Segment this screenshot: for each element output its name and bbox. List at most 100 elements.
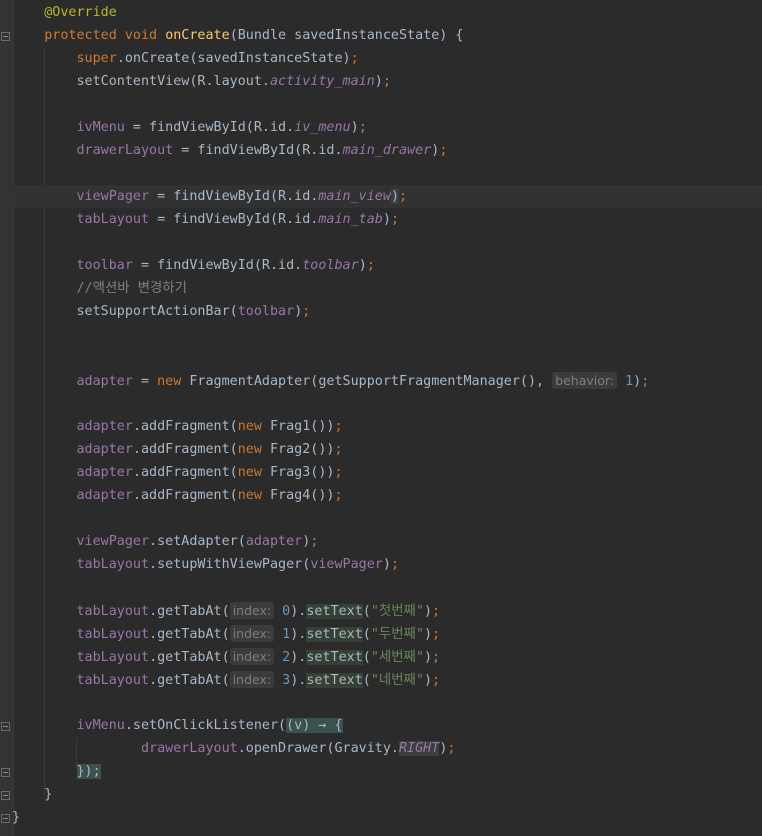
static-field-token: RIGHT <box>399 741 440 756</box>
parameter-hint: index: <box>229 648 275 665</box>
semicolon-token: ; <box>432 673 441 688</box>
code-text: ). <box>290 604 307 619</box>
method-call-token: setText <box>306 604 363 619</box>
semicolon-token: ; <box>334 419 343 434</box>
fold-icon[interactable] <box>1 722 10 731</box>
static-field-token: activity_main <box>269 74 375 89</box>
keyword-token: super <box>76 51 117 66</box>
code-text: ) <box>382 557 391 572</box>
keyword-token: new <box>237 442 270 457</box>
code-text: = findViewById(R.id. <box>149 189 319 204</box>
code-text: .addFragment( <box>132 442 238 457</box>
code-text: Frag4()) <box>270 488 335 503</box>
code-text: ) <box>423 604 433 619</box>
current-code-line[interactable]: viewPager = findViewById(R.id.main_view)… <box>12 185 762 208</box>
keyword-token: new <box>157 374 190 389</box>
code-line[interactable]: ivMenu.setOnClickListener((v) → { <box>12 714 762 737</box>
code-line[interactable]: drawerLayout = findViewById(R.id.main_dr… <box>12 139 762 162</box>
code-line[interactable]: drawerLayout.openDrawer(Gravity.RIGHT); <box>12 737 762 760</box>
code-line[interactable]: setContentView(R.layout.activity_main); <box>12 70 762 93</box>
code-line[interactable]: adapter = new FragmentAdapter(getSupport… <box>12 369 762 392</box>
string-token: "세번째" <box>370 650 424 665</box>
string-token: "네번째" <box>370 673 424 688</box>
static-field-token: main_drawer <box>342 143 432 158</box>
keyword-token: new <box>237 465 270 480</box>
code-text: ) <box>390 189 399 204</box>
fold-icon[interactable] <box>1 814 10 823</box>
fold-icon[interactable] <box>1 791 10 800</box>
keyword-token: new <box>237 419 270 434</box>
semicolon-token: ; <box>334 465 343 480</box>
code-line[interactable]: }); <box>12 760 762 783</box>
field-token: tabLayout <box>76 673 150 688</box>
number-token: 1 <box>625 374 634 389</box>
code-line[interactable]: tabLayout.getTabAt(index: 2).setText("세번… <box>12 645 762 668</box>
semicolon-token: ; <box>382 74 391 89</box>
method-name-token: onCreate <box>165 28 230 43</box>
parameter-hint: index: <box>229 602 275 619</box>
code-line[interactable]: } <box>12 783 762 806</box>
semicolon-token: ; <box>302 304 311 319</box>
semicolon-token: ; <box>358 120 367 135</box>
code-line[interactable]: } <box>12 806 762 829</box>
code-line[interactable]: viewPager.setAdapter(adapter); <box>12 530 762 553</box>
field-token: viewPager <box>76 534 150 549</box>
semicolon-token: ; <box>447 741 456 756</box>
code-text: ( <box>362 673 371 688</box>
method-call-token: setText <box>306 627 363 642</box>
code-line[interactable]: toolbar = findViewById(R.id.toolbar); <box>12 254 762 277</box>
code-line[interactable]: tabLayout = findViewById(R.id.main_tab); <box>12 208 762 231</box>
fold-icon[interactable] <box>1 32 10 41</box>
code-line[interactable]: adapter.addFragment(new Frag3()); <box>12 461 762 484</box>
semicolon-token: ; <box>366 258 375 273</box>
field-token: ivMenu <box>76 718 125 733</box>
keyword-token: protected void <box>44 28 166 43</box>
semicolon-token: ; <box>334 488 343 503</box>
code-text: = findViewById(R.id. <box>132 258 303 273</box>
code-editor[interactable]: @Override protected void onCreate(Bundle… <box>0 0 762 836</box>
code-line[interactable]: adapter.addFragment(new Frag1()); <box>12 415 762 438</box>
semicolon-token: ; <box>390 557 399 572</box>
semicolon-token: ; <box>334 442 343 457</box>
code-text: ) <box>423 627 433 642</box>
code-line[interactable]: protected void onCreate(Bundle savedInst… <box>12 24 762 47</box>
semicolon-token: ; <box>439 143 448 158</box>
code-line[interactable]: setSupportActionBar(toolbar); <box>12 300 762 323</box>
semicolon-token: ; <box>310 534 319 549</box>
field-token: ivMenu <box>76 120 125 135</box>
code-text: ) <box>423 650 433 665</box>
code-line[interactable]: adapter.addFragment(new Frag4()); <box>12 484 762 507</box>
string-token: "첫번째" <box>370 604 424 619</box>
field-token: viewPager <box>310 557 383 572</box>
code-line[interactable]: super.onCreate(savedInstanceState); <box>12 47 762 70</box>
code-text: } <box>12 810 21 825</box>
code-text: ). <box>290 673 307 688</box>
parameter-hint: index: <box>229 625 275 642</box>
code-line[interactable]: tabLayout.getTabAt(index: 3).setText("네번… <box>12 668 762 691</box>
code-line[interactable]: adapter.addFragment(new Frag2()); <box>12 438 762 461</box>
string-token: "두번째" <box>370 627 424 642</box>
lambda-token: (v) → { <box>286 718 343 733</box>
code-text: ( <box>362 627 371 642</box>
code-line[interactable]: tabLayout.getTabAt(index: 1).setText("두번… <box>12 622 762 645</box>
code-text: ( <box>362 650 371 665</box>
code-line[interactable]: ivMenu = findViewById(R.id.iv_menu); <box>12 116 762 139</box>
code-text: ) <box>423 673 433 688</box>
code-line[interactable]: @Override <box>12 1 762 24</box>
field-token: adapter <box>76 442 133 457</box>
fold-icon[interactable] <box>1 768 10 777</box>
code-text: .getTabAt( <box>149 604 230 619</box>
semicolon-token: ; <box>432 604 441 619</box>
static-field-token: main_tab <box>318 212 383 227</box>
code-line[interactable]: //액션바 변경하기 <box>12 277 762 300</box>
code-line[interactable]: tabLayout.getTabAt(index: 0).setText("첫번… <box>12 599 762 622</box>
field-token: tabLayout <box>76 650 150 665</box>
field-token: tabLayout <box>76 604 150 619</box>
code-line[interactable]: tabLayout.setupWithViewPager(viewPager); <box>12 553 762 576</box>
code-text: = findViewById(R.id. <box>124 120 295 135</box>
code-text: ) <box>350 120 359 135</box>
field-token: adapter <box>76 419 133 434</box>
code-text: .addFragment( <box>132 465 238 480</box>
field-token: adapter <box>245 534 303 549</box>
code-text: .getTabAt( <box>149 673 230 688</box>
